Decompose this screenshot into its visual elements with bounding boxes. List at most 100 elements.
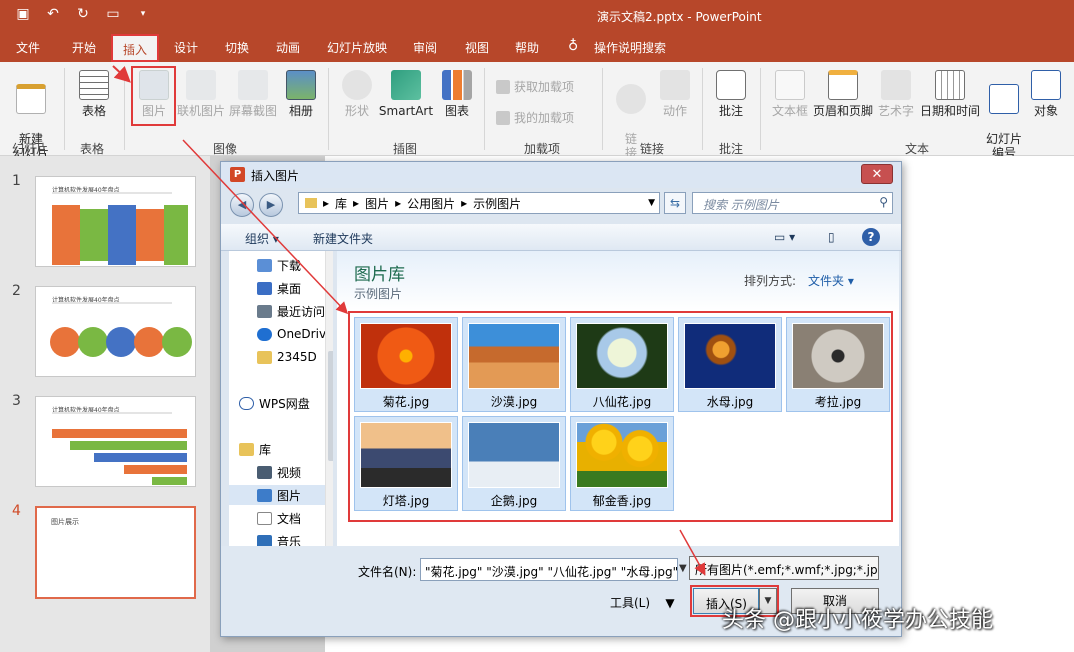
shapes-button[interactable]: 形状 (340, 70, 374, 118)
tools-dropdown[interactable]: 工具(L) ▼ (610, 594, 675, 611)
arrow-bar (94, 453, 187, 462)
object-button[interactable]: 对象 (1028, 70, 1064, 118)
save-icon[interactable]: ▣ (14, 6, 32, 22)
datetime-button[interactable]: 日期和时间 (918, 70, 982, 118)
slide-thumbnail-4[interactable]: 图片展示 (35, 506, 196, 599)
smartart-button[interactable]: SmartArt (378, 70, 434, 118)
table-button[interactable]: 表格 (74, 70, 114, 118)
slide-number: 3 (12, 393, 21, 409)
tab-file[interactable]: 文件 (16, 39, 40, 56)
group-label-addins: 加载项 (524, 142, 561, 156)
close-button[interactable]: ✕ (861, 164, 893, 184)
online-picture-button[interactable]: 联机图片 (176, 70, 226, 118)
customize-qat-icon[interactable]: ▾ (134, 9, 152, 19)
nav-item-wps[interactable]: WPS网盘 (239, 393, 333, 413)
undo-icon[interactable]: ↶ (44, 6, 62, 22)
textbox-button[interactable]: 文本框 (770, 70, 810, 118)
nav-item-libraries[interactable]: 库 (239, 439, 333, 459)
nav-item-pictures[interactable]: 图片 (229, 485, 325, 505)
tab-design[interactable]: 设计 (174, 39, 198, 56)
my-addins-button[interactable]: 我的加载项 (496, 109, 574, 126)
picture-icon (139, 70, 169, 100)
tell-me-search[interactable]: 操作说明搜索 (594, 39, 666, 56)
address-bar[interactable]: ▸ 库 ▸ 图片 ▸ 公用图片 ▸ 示例图片 ▼ (298, 192, 660, 214)
arrange-by-dropdown[interactable]: 文件夹 ▾ (808, 272, 854, 289)
preview-pane-icon[interactable]: ▯ (828, 230, 835, 244)
tab-insert[interactable]: 插入 (111, 34, 160, 62)
nav-item-desktop[interactable]: 桌面 (257, 278, 333, 298)
file-tile-chrysanthemum[interactable]: 菊花.jpg (354, 317, 458, 412)
refresh-icon[interactable]: ⇆ (664, 192, 686, 214)
breadcrumb-item[interactable]: 图片 (365, 195, 389, 212)
chevron-down-icon[interactable]: ▼ (679, 563, 687, 574)
help-icon[interactable]: ? (862, 228, 880, 246)
wordart-button[interactable]: 艺术字 (876, 70, 916, 118)
slide-thumbnail-3[interactable]: 计算机软件发展40年盘点 (35, 396, 196, 487)
header-footer-button[interactable]: 页眉和页脚 (812, 70, 874, 118)
tab-review[interactable]: 审阅 (413, 39, 437, 56)
nav-item-recent[interactable]: 最近访问 (257, 301, 333, 321)
nav-item-music[interactable]: 音乐 (257, 531, 333, 546)
action-button[interactable]: 动作 (658, 70, 692, 118)
redo-icon[interactable]: ↻ (74, 6, 92, 22)
file-tile-desert[interactable]: 沙漠.jpg (462, 317, 566, 412)
object-icon (1031, 70, 1061, 100)
dialog-title: 插入图片 (251, 169, 300, 183)
picture-button[interactable]: 图片 (134, 70, 174, 118)
new-folder-button[interactable]: 新建文件夹 (313, 230, 373, 247)
file-tile-lighthouse[interactable]: 灯塔.jpg (354, 416, 458, 511)
slide-thumbnail-1[interactable]: 计算机软件发展40年盘点 (35, 176, 196, 267)
chart-icon (442, 70, 472, 100)
breadcrumb-item[interactable]: 公用图片 (407, 195, 455, 212)
present-icon[interactable]: ▭ (104, 6, 122, 22)
search-input[interactable]: 搜索 示例图片 ⚲ (692, 192, 893, 214)
tab-view[interactable]: 视图 (465, 39, 489, 56)
chevron-shape (164, 205, 188, 265)
comment-button[interactable]: 批注 (714, 70, 748, 118)
file-tile-tulips[interactable]: 郁金香.jpg (570, 416, 674, 511)
slide-text-line (52, 192, 172, 194)
nav-item-onedrive[interactable]: OneDrive (257, 324, 333, 344)
tab-home[interactable]: 开始 (72, 39, 96, 56)
breadcrumb-item[interactable]: 示例图片 (473, 195, 521, 212)
chart-button[interactable]: 图表 (440, 70, 474, 118)
nav-item-videos[interactable]: 视频 (257, 462, 333, 482)
nav-scrollbar[interactable] (325, 251, 333, 546)
chevron-down-icon[interactable]: ▼ (648, 198, 655, 208)
back-icon[interactable]: ◀ (230, 193, 254, 217)
nav-item-documents[interactable]: 文档 (257, 508, 333, 528)
forward-icon[interactable]: ▶ (259, 193, 283, 217)
scrollbar-thumb[interactable] (328, 351, 333, 461)
insert-picture-dialog: P 插入图片 ✕ ◀ ▶ ▸ 库 ▸ 图片 ▸ 公用图片 ▸ 示例图片 ▼ ⇆ … (220, 161, 902, 637)
photo-album-button[interactable]: 相册 (284, 70, 318, 118)
penguins-thumbnail (468, 422, 560, 488)
file-name: 八仙花.jpg (592, 395, 652, 409)
slide-thumbnail-2[interactable]: 计算机软件发展40年盘点 (35, 286, 196, 377)
get-addins-button[interactable]: 获取加载项 (496, 78, 574, 95)
file-tile-koala[interactable]: 考拉.jpg (786, 317, 890, 412)
file-tile-jellyfish[interactable]: 水母.jpg (678, 317, 782, 412)
file-tile-hydrangea[interactable]: 八仙花.jpg (570, 317, 674, 412)
breadcrumb-separator: ▸ (323, 196, 330, 210)
group-label-text: 文本 (905, 142, 930, 156)
tulips-thumbnail (576, 422, 668, 488)
filename-input[interactable]: "菊花.jpg" "沙漠.jpg" "八仙花.jpg" "水母.jpg" "考拉… (420, 558, 678, 581)
view-options-icon[interactable]: ▭ ▾ (774, 230, 795, 244)
file-type-select[interactable]: 所有图片(*.emf;*.wmf;*.jpg;*.jpeg) (689, 556, 879, 580)
nav-item-2345d[interactable]: 2345D (257, 347, 333, 367)
organize-button[interactable]: 组织 ▾ (245, 230, 279, 247)
slide-number-button[interactable]: 幻灯片 编号 (984, 70, 1024, 160)
screenshot-button[interactable]: 屏幕截图 (228, 70, 278, 118)
tab-slideshow[interactable]: 幻灯片放映 (327, 39, 387, 56)
tab-animations[interactable]: 动画 (276, 39, 300, 56)
tab-transitions[interactable]: 切换 (225, 39, 249, 56)
chevron-shape (80, 209, 108, 261)
selected-files-highlight: 菊花.jpg 沙漠.jpg 八仙花.jpg 水母.jpg 考拉.jpg 灯塔.j… (348, 311, 893, 522)
nav-item-downloads[interactable]: 下载 (257, 255, 333, 275)
breadcrumb-item[interactable]: 库 (335, 195, 347, 212)
ribbon-tabs: 文件 开始 插入 设计 切换 动画 幻灯片放映 审阅 视图 帮助 ♁ 操作说明搜… (0, 32, 1074, 62)
tab-help[interactable]: 帮助 (515, 39, 539, 56)
folder-icon (257, 350, 272, 364)
filename-label: 文件名(N): (358, 565, 417, 579)
file-tile-penguins[interactable]: 企鹅.jpg (462, 416, 566, 511)
